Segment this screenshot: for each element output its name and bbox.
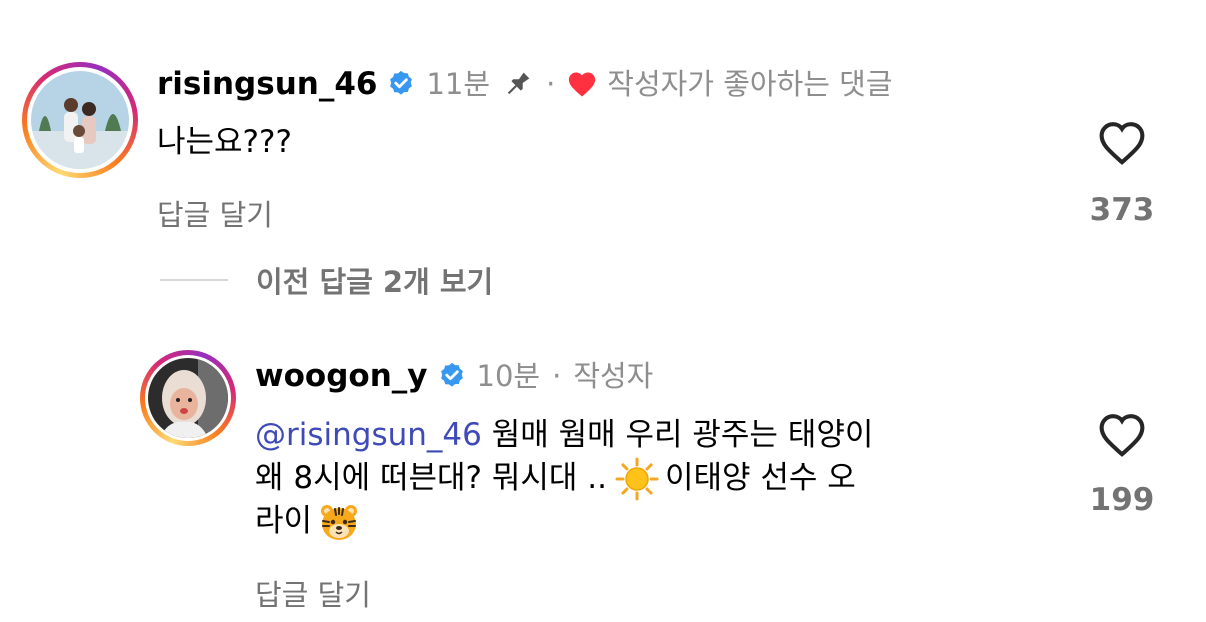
reply-like-count: 199: [1089, 482, 1155, 518]
reply-text-segment: 웜매 웜매 우리 광주는 태양이: [481, 417, 874, 453]
liked-by-author-label: 작성자가 좋아하는 댓글: [607, 66, 893, 101]
timestamp: 11분: [426, 66, 491, 101]
reply-button[interactable]: 답글 달기: [157, 192, 273, 234]
reply-header: woogon_y 10분 · 작성자: [255, 358, 653, 394]
view-replies-row[interactable]: 이전 답글 2개 보기: [160, 259, 493, 301]
reply-text: @risingsun_46 웜매 웜매 우리 광주는 태양이 왜 8시에 떠븐대…: [255, 414, 1075, 543]
tiger-emoji: [321, 504, 358, 540]
author-label: 작성자: [573, 358, 654, 393]
meta-separator: ·: [546, 66, 556, 101]
avatar-photo: [31, 71, 129, 169]
reply-button[interactable]: 답글 달기: [255, 572, 371, 614]
verified-badge-icon: [440, 362, 463, 387]
pin-icon: [507, 72, 530, 95]
reply-timestamp: 10분: [476, 358, 541, 393]
heart-filled-icon: [569, 72, 596, 97]
reply-text-segment: 왜 8시에 떠븐대? 뭐시대 ..: [255, 460, 607, 496]
comment-text: 나는요???: [157, 124, 292, 160]
sun-emoji: [615, 457, 659, 500]
meta-separator: ·: [552, 358, 562, 393]
comment-header: risingsun_46 11분 · 작성자가 좋아하는 댓글: [157, 66, 893, 102]
heart-outline-icon[interactable]: [1096, 118, 1148, 166]
heart-outline-icon[interactable]: [1096, 410, 1148, 458]
avatar[interactable]: [22, 62, 138, 178]
reply-username[interactable]: woogon_y: [255, 360, 428, 392]
like-count: 373: [1089, 192, 1155, 228]
reply-avatar[interactable]: [140, 350, 236, 446]
mention-link[interactable]: @risingsun_46: [255, 417, 482, 453]
reply-avatar-photo: [148, 358, 228, 438]
username[interactable]: risingsun_46: [157, 68, 377, 100]
replies-divider-line: [160, 279, 228, 281]
verified-badge-icon: [390, 70, 413, 95]
reply-text-line: @risingsun_46 웜매 웜매 우리 광주는 태양이: [255, 414, 1075, 457]
reply-text-segment: 라이: [255, 503, 313, 539]
view-replies-label[interactable]: 이전 답글 2개 보기: [256, 259, 493, 301]
reply-text-segment: 이태양 선수 오: [664, 460, 856, 496]
reply-text-line: 왜 8시에 떠븐대? 뭐시대 .. 이태양 선수 오: [255, 457, 1075, 500]
reply-text-line: 라이: [255, 500, 1075, 543]
